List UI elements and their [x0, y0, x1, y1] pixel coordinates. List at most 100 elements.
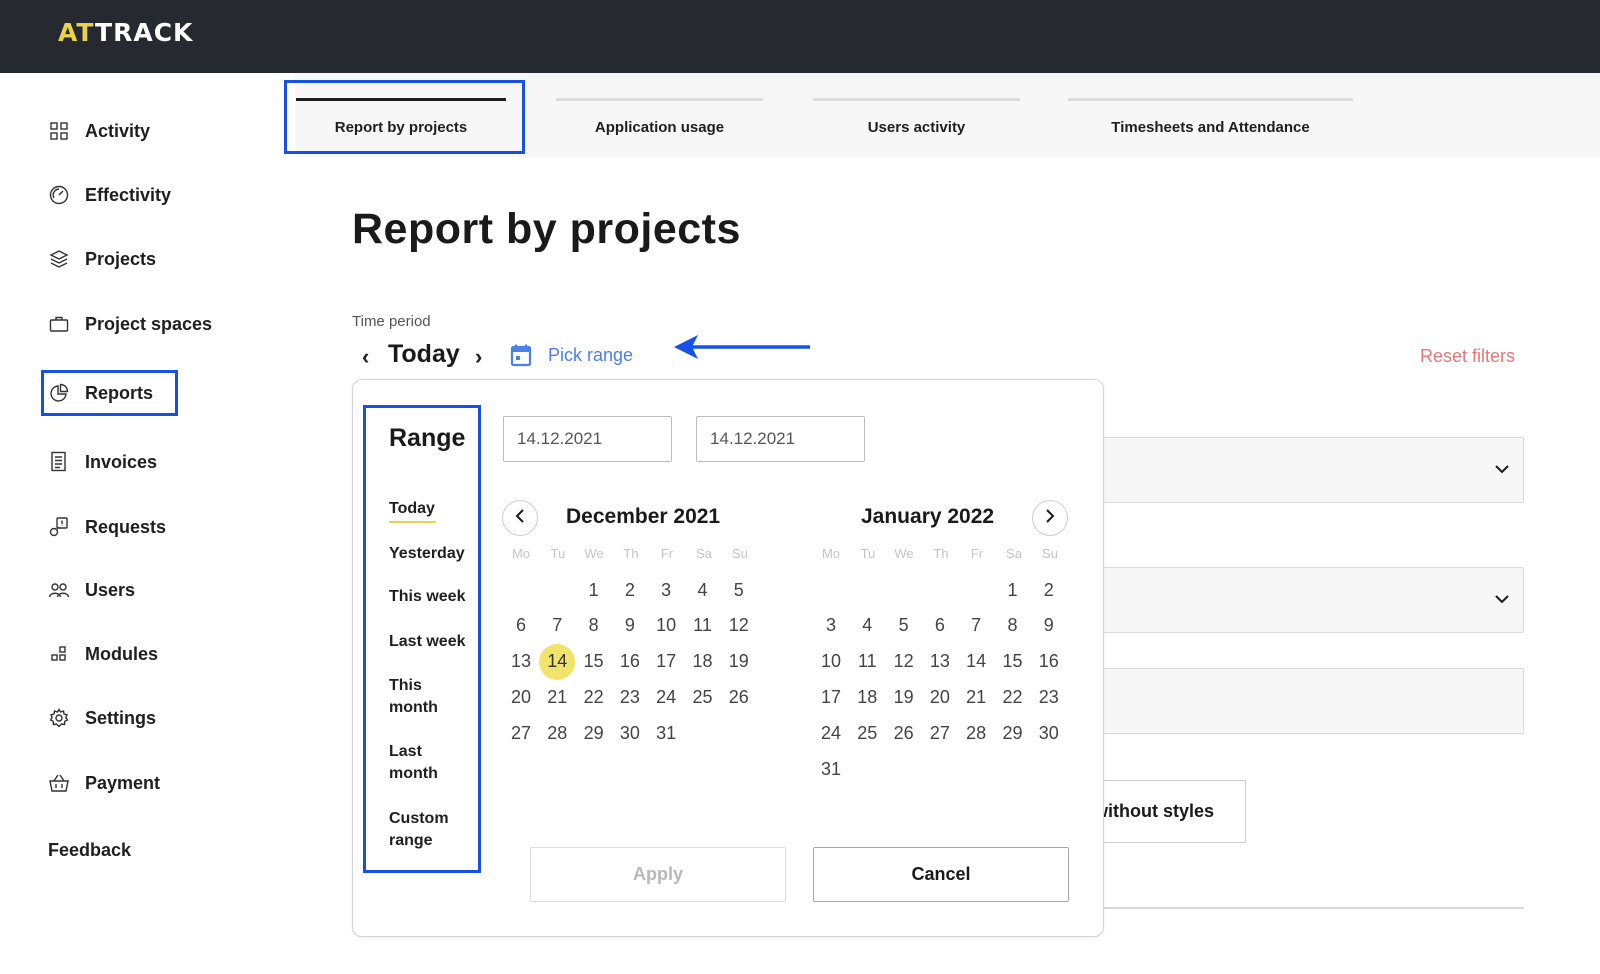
calendar-day[interactable]: 5 — [886, 608, 922, 644]
calendar-day[interactable]: 30 — [1031, 715, 1067, 751]
next-month-button[interactable] — [1032, 500, 1068, 536]
sidebar-item-invoices[interactable]: Invoices — [48, 444, 157, 480]
calendar-day[interactable]: 15 — [995, 644, 1031, 680]
range-option-yesterday[interactable]: Yesterday — [389, 543, 465, 565]
prev-month-button[interactable] — [502, 500, 538, 536]
tab-users-activity[interactable]: Users activity — [813, 98, 1020, 148]
calendar-day[interactable]: 14 — [958, 644, 994, 680]
calendar-day[interactable]: 12 — [721, 608, 757, 644]
calendar-day[interactable]: 16 — [612, 644, 648, 680]
calendar-day[interactable]: 11 — [685, 608, 721, 644]
calendar-day[interactable]: 26 — [721, 679, 757, 715]
filter-dropdown[interactable] — [1100, 567, 1524, 633]
calendar-day[interactable]: 14 — [539, 643, 576, 680]
date-from-input[interactable] — [503, 416, 672, 462]
calendar-day[interactable]: 30 — [612, 715, 648, 751]
calendar-day[interactable]: 25 — [685, 679, 721, 715]
date-to-input[interactable] — [696, 416, 865, 462]
sidebar-item-activity[interactable]: Activity — [48, 113, 150, 149]
calendar-day[interactable]: 8 — [576, 608, 612, 644]
weekday-label: Su — [1042, 546, 1058, 561]
tab-timesheets-and-attendance[interactable]: Timesheets and Attendance — [1068, 98, 1353, 148]
calendar-day[interactable]: 10 — [813, 644, 849, 680]
calendar-day[interactable]: 6 — [503, 608, 539, 644]
apply-button[interactable]: Apply — [530, 847, 786, 902]
calendar-day[interactable]: 26 — [886, 715, 922, 751]
sidebar-item-effectivity[interactable]: Effectivity — [48, 177, 171, 213]
calendar-day[interactable]: 13 — [922, 644, 958, 680]
calendar-day[interactable]: 31 — [813, 751, 849, 787]
sidebar-item-requests[interactable]: Requests — [48, 509, 166, 545]
calendar-day[interactable]: 2 — [612, 572, 648, 608]
calendar-day[interactable]: 15 — [576, 644, 612, 680]
weekday-label: Tu — [550, 546, 566, 561]
export-without-styles-button[interactable]: without styles — [1100, 780, 1246, 843]
chevron-right-icon — [1045, 508, 1055, 528]
tab-application-usage[interactable]: Application usage — [556, 98, 763, 148]
pick-range-link[interactable]: Pick range — [548, 345, 633, 366]
range-selected-underline — [389, 521, 436, 523]
calendar-day[interactable]: 7 — [539, 608, 575, 644]
calendar-day[interactable]: 29 — [995, 715, 1031, 751]
sidebar-item-feedback[interactable]: Feedback — [48, 832, 131, 868]
range-option-this-week[interactable]: This week — [389, 586, 465, 608]
weekday-label: We — [584, 546, 604, 561]
calendar-day[interactable]: 12 — [886, 644, 922, 680]
weekday-label: Su — [732, 546, 748, 561]
calendar-day[interactable]: 29 — [576, 715, 612, 751]
sidebar-item-projects[interactable]: Projects — [48, 241, 156, 277]
calendar-day[interactable]: 22 — [995, 679, 1031, 715]
sidebar-item-label: Project spaces — [85, 313, 213, 334]
range-option-today[interactable]: Today — [389, 498, 435, 520]
calendar-day[interactable]: 16 — [1031, 644, 1067, 680]
sidebar-item-settings[interactable]: Settings — [48, 700, 156, 736]
calendar-day[interactable]: 19 — [886, 679, 922, 715]
sidebar-item-label: Feedback — [48, 839, 132, 860]
calendar-day[interactable]: 19 — [721, 644, 757, 680]
calendar-day[interactable]: 8 — [995, 608, 1031, 644]
reset-filters-link[interactable]: Reset filters — [1420, 346, 1515, 367]
calendar-day[interactable]: 17 — [648, 644, 684, 680]
weekday-label: Th — [623, 546, 639, 561]
calendar-day[interactable]: 27 — [922, 715, 958, 751]
sidebar-item-payment[interactable]: Payment — [48, 765, 160, 801]
calendar-day[interactable]: 27 — [503, 715, 539, 751]
calendar-day[interactable]: 18 — [685, 644, 721, 680]
right-month-title: January 2022 — [861, 505, 995, 528]
page-title: Report by projects — [352, 205, 741, 253]
calendar-day[interactable]: 24 — [813, 715, 849, 751]
chevron-down-icon — [1495, 591, 1509, 609]
sidebar-item-project-spaces[interactable]: Project spaces — [48, 306, 212, 342]
next-period-button[interactable]: › — [475, 344, 482, 370]
calendar-day[interactable]: 9 — [612, 608, 648, 644]
calendar-day[interactable]: 6 — [922, 608, 958, 644]
app-logo[interactable]: ATTRACK — [58, 18, 193, 47]
range-option-last-month[interactable]: Last month — [389, 741, 459, 785]
calendar-icon[interactable] — [510, 343, 534, 367]
sidebar-item-modules[interactable]: Modules — [48, 636, 158, 672]
calendar-day[interactable]: 1 — [995, 572, 1031, 608]
calendar-day[interactable]: 11 — [849, 644, 885, 680]
filter-input[interactable] — [1100, 668, 1524, 734]
calendar-day[interactable]: 7 — [958, 608, 994, 644]
calendar-day[interactable]: 4 — [685, 572, 721, 608]
calendar-day[interactable]: 9 — [1031, 608, 1067, 644]
top-bar: ATTRACK — [0, 0, 1600, 73]
range-option-last-week[interactable]: Last week — [389, 631, 465, 653]
calendar-day[interactable]: 13 — [503, 644, 539, 680]
calendar-day[interactable]: 22 — [576, 679, 612, 715]
range-option-custom-range[interactable]: Custom range — [389, 808, 459, 852]
calendar-day[interactable]: 3 — [648, 572, 684, 608]
calendar-day[interactable]: 2 — [1031, 572, 1067, 608]
range-option-this-month[interactable]: This month — [389, 675, 459, 719]
sidebar-item-users[interactable]: Users — [48, 572, 135, 608]
calendar-day[interactable]: 4 — [849, 608, 885, 644]
filter-dropdown[interactable] — [1100, 437, 1524, 503]
calendar-day[interactable]: 1 — [576, 572, 612, 608]
cancel-button[interactable]: Cancel — [813, 847, 1069, 902]
calendar-day[interactable]: 5 — [721, 572, 757, 608]
previous-period-button[interactable]: ‹ — [362, 344, 369, 370]
calendar-day[interactable]: 23 — [1031, 679, 1067, 715]
calendar-day[interactable]: 3 — [813, 608, 849, 644]
calendar-day[interactable]: 10 — [648, 608, 684, 644]
